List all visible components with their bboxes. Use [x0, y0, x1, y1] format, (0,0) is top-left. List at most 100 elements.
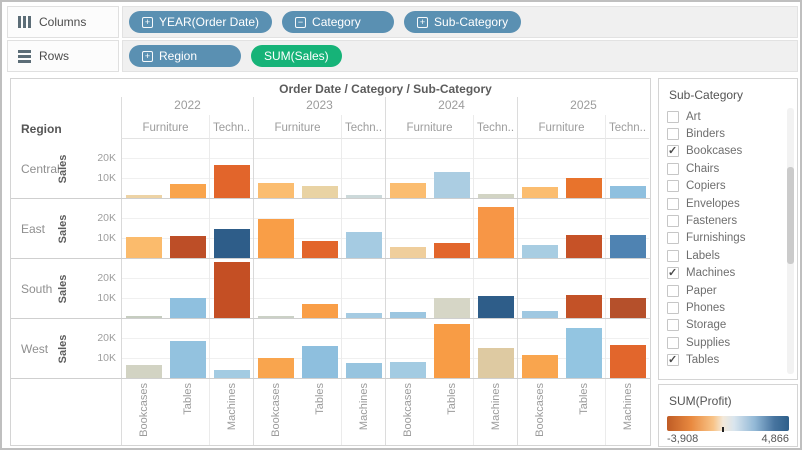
bar-central-2024-tables[interactable]	[434, 172, 470, 198]
subcategory-axis-label-bookcases[interactable]: Bookcases	[137, 383, 151, 437]
category-header-technology[interactable]: Techn..	[209, 115, 253, 139]
bar-east-2025-tables[interactable]	[566, 235, 602, 258]
category-header-furniture[interactable]: Furniture	[385, 115, 473, 139]
checkbox-unchecked-icon[interactable]	[667, 215, 679, 227]
bar-central-2022-tables[interactable]	[170, 184, 206, 198]
bar-east-2025-bookcases[interactable]	[522, 245, 558, 258]
filter-item-fasteners[interactable]: Fasteners	[664, 212, 783, 229]
checkbox-unchecked-icon[interactable]	[667, 285, 679, 297]
filter-item-copiers[interactable]: Copiers	[664, 178, 783, 195]
subcategory-axis-label-tables[interactable]: Tables	[313, 383, 327, 415]
checkbox-unchecked-icon[interactable]	[667, 180, 679, 192]
subcategory-axis-label-bookcases[interactable]: Bookcases	[533, 383, 547, 437]
filter-item-paper[interactable]: Paper	[664, 282, 783, 299]
checkbox-checked-icon[interactable]	[667, 145, 679, 157]
collapse-minus-icon[interactable]: −	[295, 17, 306, 28]
category-header-furniture[interactable]: Furniture	[121, 115, 209, 139]
filter-item-envelopes[interactable]: Envelopes	[664, 195, 783, 212]
bar-west-2024-machines[interactable]	[478, 348, 514, 378]
bar-west-2024-bookcases[interactable]	[390, 362, 426, 378]
subcategory-axis-label-bookcases[interactable]: Bookcases	[401, 383, 415, 437]
pill-sum-sales-[interactable]: SUM(Sales)	[251, 45, 342, 67]
bar-central-2024-bookcases[interactable]	[390, 183, 426, 198]
profit-gradient-tick[interactable]	[722, 427, 724, 432]
checkbox-checked-icon[interactable]	[667, 354, 679, 366]
subcategory-axis-label-machines[interactable]: Machines	[357, 383, 371, 430]
pill-sub-category[interactable]: +Sub-Category	[404, 11, 521, 33]
bar-east-2022-bookcases[interactable]	[126, 237, 162, 258]
filter-item-supplies[interactable]: Supplies	[664, 334, 783, 351]
bar-central-2023-tables[interactable]	[302, 186, 338, 198]
bar-south-2024-machines[interactable]	[478, 296, 514, 318]
filter-item-chairs[interactable]: Chairs	[664, 160, 783, 177]
category-header-furniture[interactable]: Furniture	[253, 115, 341, 139]
bar-east-2024-bookcases[interactable]	[390, 247, 426, 258]
category-header-technology[interactable]: Techn..	[473, 115, 517, 139]
checkbox-unchecked-icon[interactable]	[667, 128, 679, 140]
bar-west-2022-machines[interactable]	[214, 370, 250, 378]
region-column-header[interactable]: Region	[21, 122, 62, 136]
filter-scrollbar-track[interactable]	[787, 108, 794, 374]
bar-east-2024-tables[interactable]	[434, 243, 470, 258]
bar-south-2023-tables[interactable]	[302, 304, 338, 318]
subcategory-axis-label-tables[interactable]: Tables	[445, 383, 459, 415]
subcategory-axis-label-machines[interactable]: Machines	[225, 383, 239, 430]
columns-shelf-tray[interactable]: +YEAR(Order Date)−Category+Sub-Category	[122, 6, 798, 38]
bar-west-2025-tables[interactable]	[566, 328, 602, 378]
bar-west-2022-bookcases[interactable]	[126, 365, 162, 378]
filter-item-storage[interactable]: Storage	[664, 317, 783, 334]
checkbox-unchecked-icon[interactable]	[667, 250, 679, 262]
checkbox-unchecked-icon[interactable]	[667, 337, 679, 349]
bar-west-2023-bookcases[interactable]	[258, 358, 294, 378]
region-label-west[interactable]: West	[21, 342, 48, 356]
filter-item-art[interactable]: Art	[664, 108, 783, 125]
expand-plus-icon[interactable]: +	[142, 51, 153, 62]
year-header-2025[interactable]: 2025	[517, 97, 649, 115]
subcategory-axis-label-machines[interactable]: Machines	[621, 383, 635, 430]
pill-year-order-date-[interactable]: +YEAR(Order Date)	[129, 11, 272, 33]
expand-plus-icon[interactable]: +	[417, 17, 428, 28]
checkbox-unchecked-icon[interactable]	[667, 198, 679, 210]
bar-south-2022-bookcases[interactable]	[126, 316, 162, 318]
expand-plus-icon[interactable]: +	[142, 17, 153, 28]
bar-central-2023-machines[interactable]	[346, 195, 382, 198]
bar-south-2025-machines[interactable]	[610, 298, 646, 318]
checkbox-unchecked-icon[interactable]	[667, 232, 679, 244]
category-header-technology[interactable]: Techn..	[605, 115, 649, 139]
region-label-east[interactable]: East	[21, 222, 45, 236]
filter-item-machines[interactable]: Machines	[664, 265, 783, 282]
bar-central-2022-machines[interactable]	[214, 165, 250, 198]
bar-west-2024-tables[interactable]	[434, 324, 470, 378]
bar-west-2025-bookcases[interactable]	[522, 355, 558, 378]
bar-south-2024-tables[interactable]	[434, 298, 470, 318]
filter-item-labels[interactable]: Labels	[664, 247, 783, 264]
bar-west-2025-machines[interactable]	[610, 345, 646, 378]
bar-west-2023-machines[interactable]	[346, 363, 382, 378]
bar-east-2024-machines[interactable]	[478, 207, 514, 258]
year-header-2024[interactable]: 2024	[385, 97, 517, 115]
bar-central-2025-bookcases[interactable]	[522, 187, 558, 198]
bar-east-2022-tables[interactable]	[170, 236, 206, 258]
subcategory-axis-label-tables[interactable]: Tables	[181, 383, 195, 415]
checkbox-unchecked-icon[interactable]	[667, 111, 679, 123]
filter-item-bookcases[interactable]: Bookcases	[664, 143, 783, 160]
region-label-central[interactable]: Central	[21, 162, 60, 176]
pill-region[interactable]: +Region	[129, 45, 241, 67]
subcategory-axis-label-bookcases[interactable]: Bookcases	[269, 383, 283, 437]
bar-south-2023-machines[interactable]	[346, 313, 382, 318]
bar-west-2023-tables[interactable]	[302, 346, 338, 378]
bar-south-2024-bookcases[interactable]	[390, 312, 426, 318]
filter-item-phones[interactable]: Phones	[664, 299, 783, 316]
bar-east-2023-bookcases[interactable]	[258, 219, 294, 258]
region-label-south[interactable]: South	[21, 282, 52, 296]
checkbox-checked-icon[interactable]	[667, 267, 679, 279]
category-header-furniture[interactable]: Furniture	[517, 115, 605, 139]
bar-east-2023-tables[interactable]	[302, 241, 338, 258]
checkbox-unchecked-icon[interactable]	[667, 302, 679, 314]
category-header-technology[interactable]: Techn..	[341, 115, 385, 139]
filter-item-binders[interactable]: Binders	[664, 125, 783, 142]
bar-south-2022-machines[interactable]	[214, 262, 250, 318]
filter-scrollbar-thumb[interactable]	[787, 167, 794, 264]
subcategory-axis-label-tables[interactable]: Tables	[577, 383, 591, 415]
bar-south-2025-tables[interactable]	[566, 295, 602, 318]
